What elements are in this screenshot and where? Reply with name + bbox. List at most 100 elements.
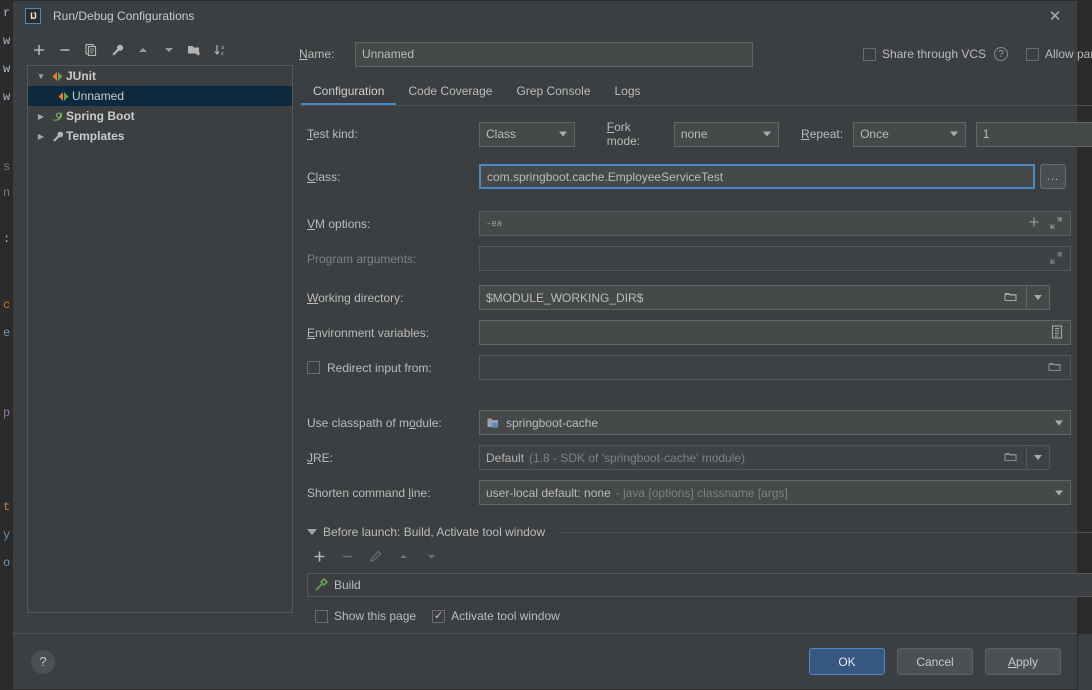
repeat-select[interactable]: Once [853, 121, 966, 147]
activate-tool-window-checkbox[interactable]: Activate tool window [432, 609, 560, 623]
class-row: Class: com.springboot.cache.EmployeeServ… [307, 164, 1092, 189]
arrow-up-icon[interactable] [131, 39, 155, 61]
class-input[interactable]: com.springboot.cache.EmployeeServiceTest [479, 164, 1035, 189]
folder-add-icon[interactable] [183, 39, 207, 61]
redirect-input-box[interactable] [307, 361, 320, 374]
pencil-icon [363, 545, 387, 567]
chevron-down-icon[interactable] [1055, 420, 1063, 425]
wrench-icon[interactable] [105, 39, 129, 61]
jre-label: JRE: [307, 450, 334, 465]
share-through-vcs-checkbox[interactable]: Share through VCS [862, 47, 986, 61]
configurations-tree[interactable]: ▼ JUnit Unnamed ▶ Spring Boot ▶ Templates [27, 65, 293, 613]
environment-variables-input[interactable] [479, 320, 1071, 345]
chevron-down-icon [1034, 295, 1042, 300]
tab-configuration[interactable]: Configuration [301, 80, 397, 105]
redirect-input-label: Redirect input from: [327, 360, 432, 375]
fork-mode-value: none [680, 127, 708, 141]
ok-button[interactable]: OK [809, 648, 885, 675]
tree-item-junit[interactable]: ▼ JUnit [28, 66, 292, 86]
classpath-module-select[interactable]: springboot-cache [479, 410, 1071, 435]
tree-item-spring-boot[interactable]: ▶ Spring Boot [28, 106, 292, 126]
jre-hint: (1.8 - SDK of 'springboot-cache' module) [529, 450, 746, 465]
apply-button[interactable]: Apply [985, 648, 1061, 675]
dialog-title: Run/Debug Configurations [53, 9, 195, 23]
plus-icon[interactable] [1028, 216, 1040, 228]
tab-code-coverage[interactable]: Code Coverage [396, 80, 504, 105]
dialog-action-buttons: OK Cancel Apply [809, 648, 1061, 675]
folder-icon[interactable] [1048, 361, 1062, 373]
help-button[interactable]: ? [31, 649, 55, 674]
before-launch-divider [559, 531, 1092, 533]
class-browse-button[interactable]: ... [1040, 164, 1066, 189]
vm-options-input[interactable]: -ea [479, 211, 1071, 236]
working-directory-row: Working directory: $MODULE_WORKING_DIR$ [307, 285, 1092, 310]
chevron-down-icon[interactable] [1055, 490, 1063, 495]
env-list-icon[interactable] [1051, 325, 1063, 339]
chevron-down-icon[interactable] [949, 131, 958, 137]
name-input[interactable] [355, 41, 753, 67]
chevron-down-icon[interactable] [558, 131, 567, 137]
environment-variables-row: Environment variables: [307, 320, 1092, 345]
expand-icon[interactable] [1050, 252, 1062, 264]
chevron-down-icon [1034, 455, 1042, 460]
classpath-module-label: Use classpath of module: [307, 415, 442, 430]
add-configuration-button[interactable] [27, 39, 51, 61]
chevron-right-icon[interactable]: ▶ [34, 112, 48, 121]
test-kind-select[interactable]: Class [479, 121, 575, 147]
sort-az-icon[interactable]: a z [209, 39, 233, 61]
tree-item-templates[interactable]: ▶ Templates [28, 126, 292, 146]
fork-mode-select[interactable]: none [673, 121, 780, 147]
repeat-count-input[interactable]: 1 [975, 121, 1092, 147]
jre-dropdown[interactable] [1027, 445, 1050, 470]
folder-icon[interactable] [1004, 451, 1018, 463]
remove-configuration-button[interactable] [53, 39, 77, 61]
copy-icon[interactable] [79, 39, 103, 61]
tab-logs[interactable]: Logs [603, 80, 653, 105]
chevron-right-icon[interactable]: ▶ [34, 132, 48, 141]
shorten-command-line-select[interactable]: user-local default: none - java [options… [479, 480, 1071, 505]
jre-input[interactable]: Default (1.8 - SDK of 'springboot-cache'… [479, 445, 1027, 470]
working-directory-label: Working directory: [307, 290, 404, 305]
share-through-vcs-box[interactable] [862, 47, 876, 61]
chevron-down-icon[interactable] [307, 529, 317, 535]
editor-text-fragment: n [3, 186, 11, 200]
svg-text:z: z [221, 51, 224, 57]
tree-item-label: Unnamed [72, 89, 125, 103]
before-launch-header[interactable]: Before launch: Build, Activate tool wind… [307, 525, 1092, 539]
intellij-idea-icon: IJ [25, 8, 41, 24]
before-launch-list[interactable]: Build [307, 573, 1092, 597]
close-icon[interactable]: ✕ [1033, 1, 1077, 31]
allow-parallel-run-checkbox[interactable]: Allow parallel run [1026, 47, 1092, 61]
expand-icon[interactable] [1050, 217, 1062, 229]
editor-text-fragment: t [3, 500, 11, 514]
before-launch-section: Before launch: Build, Activate tool wind… [299, 525, 1092, 623]
program-arguments-input[interactable] [479, 246, 1071, 271]
tree-item-unnamed[interactable]: Unnamed [28, 86, 292, 106]
show-this-page-checkbox[interactable]: Show this page [315, 609, 416, 623]
before-launch-add-button[interactable] [307, 545, 331, 567]
working-directory-dropdown[interactable] [1027, 285, 1050, 310]
activate-tool-window-box[interactable] [432, 609, 446, 623]
chevron-down-icon[interactable]: ▼ [34, 72, 48, 81]
build-hammer-icon [314, 578, 328, 592]
name-label: Name: [299, 47, 335, 61]
configurations-panel: a z ▼ JUnit Unnamed ▶ Spring Boot ▶ Templates [13, 31, 293, 633]
editor-text-fragment: w [3, 62, 11, 76]
show-this-page-box[interactable] [315, 609, 328, 623]
repeat-label: Repeat: [801, 127, 844, 141]
working-directory-input[interactable]: $MODULE_WORKING_DIR$ [479, 285, 1027, 310]
tab-grep-console[interactable]: Grep Console [504, 80, 602, 105]
editor-text-fragment: w [3, 34, 11, 48]
shorten-command-line-row: Shorten command line: user-local default… [307, 480, 1092, 505]
activate-tool-window-label: Activate tool window [451, 609, 560, 623]
cancel-button[interactable]: Cancel [897, 648, 973, 675]
arrow-down-icon[interactable] [157, 39, 181, 61]
redirect-input-field[interactable] [479, 355, 1071, 380]
test-kind-value: Class [486, 127, 517, 141]
folder-icon[interactable] [1004, 291, 1018, 303]
chevron-down-icon[interactable] [763, 131, 772, 137]
allow-parallel-run-box[interactable] [1026, 47, 1039, 61]
configuration-tabs[interactable]: Configuration Code Coverage Grep Console Lo… [299, 75, 1092, 105]
question-mark-icon[interactable]: ? [994, 47, 1008, 61]
redirect-input-checkbox[interactable]: Redirect input from: [307, 361, 479, 375]
